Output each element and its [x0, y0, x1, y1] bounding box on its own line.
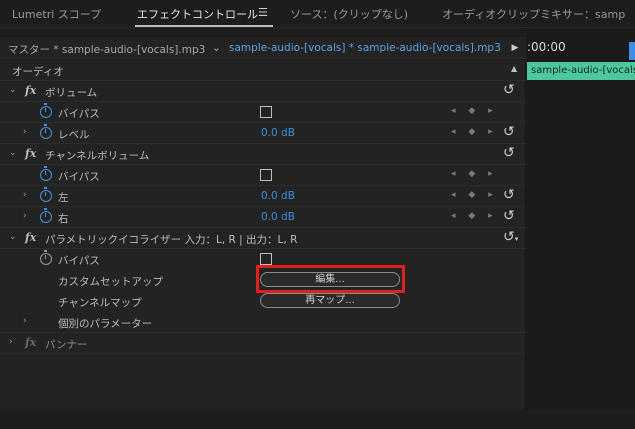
- expand-arrow-icon[interactable]: ›: [23, 127, 27, 137]
- mini-timeline[interactable]: [527, 28, 635, 409]
- reset-icon[interactable]: ↺: [503, 145, 515, 161]
- reset-icon[interactable]: ↺: [503, 208, 515, 224]
- param-label-right: 右: [58, 213, 69, 225]
- level-value[interactable]: 0.0 dB: [261, 127, 295, 139]
- chevron-down-icon[interactable]: ⌄: [212, 42, 221, 54]
- stopwatch-icon[interactable]: [40, 103, 52, 118]
- effects-list: オーディオ ▲ ⌄ fx ボリューム ↺ バイパス ◂ ◆ ▸ › レベル 0.…: [0, 60, 526, 409]
- fx-icon[interactable]: fx: [25, 84, 36, 97]
- audio-section-row: オーディオ ▲: [0, 60, 526, 81]
- audio-section-label: オーディオ: [12, 66, 64, 78]
- reset-icon[interactable]: ↺: [503, 187, 515, 203]
- collapse-arrow-icon[interactable]: ⌄: [9, 232, 17, 242]
- reset-icon[interactable]: ↺: [503, 124, 515, 140]
- bypass-checkbox[interactable]: [260, 106, 272, 118]
- effect-volume-row[interactable]: ⌄ fx ボリューム ↺: [0, 81, 526, 102]
- playhead-marker[interactable]: [629, 42, 635, 60]
- param-label-left: 左: [58, 192, 69, 204]
- fx-icon[interactable]: fx: [25, 336, 36, 349]
- effect-controls-header: マスター * sample-audio-[vocals].mp3 ⌄ sampl…: [0, 37, 526, 59]
- param-label-channel-map: チャンネルマップ: [58, 297, 142, 309]
- param-row-left: › 左 0.0 dB ◂ ◆ ▸ ↺: [0, 186, 526, 207]
- master-clip-label[interactable]: マスター * sample-audio-[vocals].mp3: [8, 42, 205, 57]
- keyframe-nav[interactable]: ◂ ◆ ▸: [451, 211, 498, 221]
- stopwatch-icon[interactable]: [40, 208, 52, 223]
- reset-dropdown-icon[interactable]: ↺▾: [503, 229, 518, 245]
- stopwatch-icon[interactable]: [40, 250, 52, 265]
- effect-title-channel-volume: チャンネルボリューム: [45, 150, 150, 162]
- param-row-channel-map: チャンネルマップ 再マップ...: [0, 291, 526, 312]
- collapse-arrow-icon[interactable]: ⌄: [9, 148, 17, 158]
- effect-title-parametric-eq: パラメトリックイコライザー 入力：L, R | 出力：L, R: [45, 234, 298, 246]
- param-label-level: レベル: [58, 129, 90, 141]
- panel-tab-bar: Lumetri スコープ エフェクトコントロール ☰ ソース：(クリップなし) …: [0, 0, 635, 28]
- param-row-channel-bypass: バイパス ◂ ◆ ▸: [0, 165, 526, 186]
- play-triangle-icon[interactable]: ▶: [508, 41, 522, 55]
- collapse-arrow-icon[interactable]: ⌄: [9, 85, 17, 95]
- param-label-bypass: バイパス: [58, 171, 100, 183]
- tab-lumetri-scopes[interactable]: Lumetri スコープ: [12, 6, 101, 22]
- param-row-individual-params[interactable]: › 個別のパラメーター: [0, 312, 526, 333]
- keyframe-nav[interactable]: ◂ ◆ ▸: [451, 127, 498, 137]
- expand-arrow-icon[interactable]: ›: [9, 337, 13, 347]
- timeline-timecode: :00:00: [527, 40, 566, 54]
- param-label-bypass: バイパス: [58, 108, 100, 120]
- bypass-checkbox[interactable]: [260, 169, 272, 181]
- left-value[interactable]: 0.0 dB: [261, 190, 295, 202]
- expand-arrow-icon[interactable]: ›: [23, 316, 27, 326]
- effect-parametric-eq-row[interactable]: ⌄ fx パラメトリックイコライザー 入力：L, R | 出力：L, R ↺▾: [0, 228, 526, 249]
- expand-arrow-icon[interactable]: ›: [23, 211, 27, 221]
- param-row-level: › レベル 0.0 dB ◂ ◆ ▸ ↺: [0, 123, 526, 144]
- effect-title-volume: ボリューム: [45, 87, 98, 99]
- effect-panner-row[interactable]: › fx パンナー: [0, 333, 526, 354]
- timeline-clip[interactable]: sample-audio-[vocals]: [527, 62, 635, 80]
- stopwatch-icon[interactable]: [40, 187, 52, 202]
- right-value[interactable]: 0.0 dB: [261, 211, 295, 223]
- reset-icon[interactable]: ↺: [503, 82, 515, 98]
- tab-audio-clip-mixer[interactable]: オーディオクリップミキサー：samp: [442, 6, 625, 22]
- keyframe-nav[interactable]: ◂ ◆ ▸: [451, 190, 498, 200]
- stopwatch-icon[interactable]: [40, 124, 52, 139]
- remap-button[interactable]: 再マップ...: [260, 293, 400, 308]
- param-label-custom-setup: カスタムセットアップ: [58, 276, 163, 288]
- param-label-bypass: バイパス: [58, 255, 100, 267]
- highlight-box: [256, 265, 405, 293]
- bypass-checkbox[interactable]: [260, 253, 272, 265]
- keyframe-nav[interactable]: ◂ ◆ ▸: [451, 106, 498, 116]
- active-tab-underline: [135, 25, 273, 27]
- tab-effect-controls[interactable]: エフェクトコントロール: [137, 6, 258, 22]
- expand-arrow-icon[interactable]: ›: [23, 190, 27, 200]
- stopwatch-icon[interactable]: [40, 166, 52, 181]
- sequence-clip-label[interactable]: sample-audio-[vocals] * sample-audio-[vo…: [229, 42, 501, 54]
- fx-icon[interactable]: fx: [25, 231, 36, 244]
- keyframe-nav[interactable]: ◂ ◆ ▸: [451, 169, 498, 179]
- param-row-volume-bypass: バイパス ◂ ◆ ▸: [0, 102, 526, 123]
- effect-title-panner: パンナー: [45, 339, 88, 351]
- fx-icon[interactable]: fx: [25, 147, 36, 160]
- param-row-right: › 右 0.0 dB ◂ ◆ ▸ ↺: [0, 207, 526, 228]
- panel-bottom-bar: [0, 409, 635, 429]
- hamburger-icon[interactable]: ☰: [258, 6, 268, 19]
- param-label-individual-params: 個別のパラメーター: [58, 318, 153, 330]
- scroll-up-icon[interactable]: ▲: [511, 64, 517, 73]
- effect-channel-volume-row[interactable]: ⌄ fx チャンネルボリューム ↺: [0, 144, 526, 165]
- tab-source[interactable]: ソース：(クリップなし): [290, 6, 408, 22]
